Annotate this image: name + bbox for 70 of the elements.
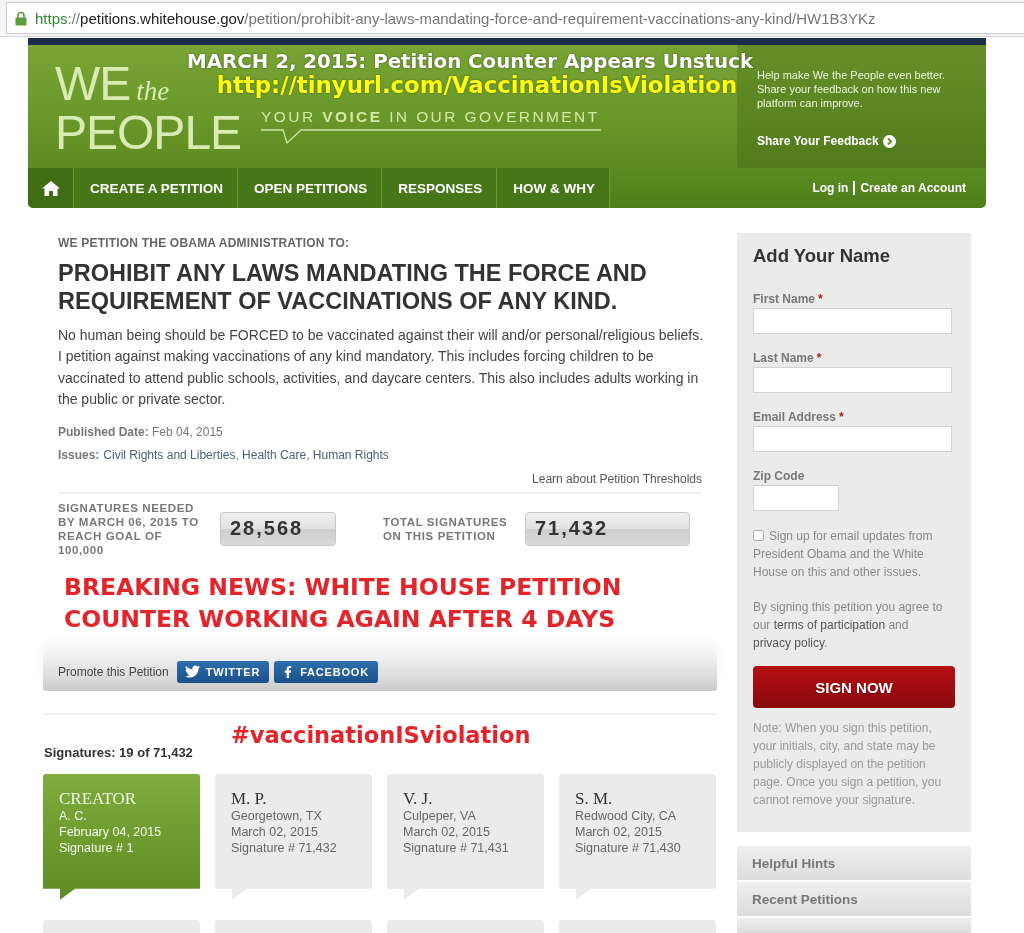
field-label: Last Name * [753, 351, 823, 365]
breaking-news-text: BREAKING NEWS: WHITE HOUSE PETITION COUNTER WORKING AGAIN AFTER 4 DAYS [64, 571, 623, 635]
announcement-headline: MARCH 2, 2015: Petition Counter Appears Unstuck [186, 51, 754, 73]
logo-text: PEOPLE [55, 111, 242, 155]
nav-tab[interactable]: CREATE A PETITION [74, 168, 238, 208]
announcement-url: http://tinyurl.com/VaccinationIsViolation [216, 73, 738, 97]
note-text: Note: When you sign this petition, your initials, city, and state may be publicly displayed on the petition page. Once you sign a petition, you cannot remove your signature. [753, 720, 943, 809]
petition-title: PROHIBIT ANY LAWS MANDATING THE FORCE AND REQUIREMENT OF VACCINATIONS OF ANY KIND. [58, 259, 648, 315]
account-link[interactable]: Log in [807, 181, 854, 195]
nav-tab[interactable]: RESPONSES [382, 168, 498, 208]
input-field[interactable] [753, 426, 952, 452]
home-icon [41, 180, 60, 196]
sidebar-panel-header[interactable] [737, 918, 971, 933]
agreement-link[interactable]: terms of participation [773, 618, 886, 632]
signer-name: M. P. [231, 789, 267, 808]
checkbox[interactable] [753, 530, 764, 541]
signature-counter: 71,432 [525, 511, 690, 546]
feedback-text: Help make We the People even better. Share your feedback on how this new platform can improve. [757, 68, 947, 110]
input-field[interactable] [753, 485, 839, 511]
input-field[interactable] [753, 308, 952, 334]
signature-count: Signatures: 19 of 71,432 [44, 745, 194, 760]
url-text: https://petitions.whitehouse.gov/petition/prohibit-any-laws-mandating-force-and-requirement-vaccinations-any-kind/HW1B3YKz [35, 9, 876, 27]
signature-counter: 28,568 [220, 511, 336, 546]
nav-tab[interactable]: HOW & WHY [497, 168, 611, 208]
field-label: Zip Code [753, 469, 806, 483]
sign-now-button[interactable]: SIGN NOW [753, 666, 955, 708]
signature-detail: March 02, 2015 [403, 823, 490, 840]
feedback-link[interactable]: Share Your Feedback [757, 134, 896, 148]
nav-tab[interactable]: OPEN PETITIONS [238, 168, 383, 208]
home-button[interactable] [28, 168, 74, 208]
stat-label: SIGNATURES NEEDED BY MARCH 06, 2015 TO REACH GOAL OF 100,000 [58, 500, 200, 557]
issues-line: Issues: Civil Rights and Liberties, Health Care, Human Rights [58, 447, 390, 462]
signature-detail: Culpeper, VA [403, 807, 476, 824]
form-title: Add Your Name [753, 245, 891, 267]
arrow-right-circle-icon [882, 134, 896, 148]
signature-detail: Signature # 71,432 [231, 839, 337, 856]
thresholds-link[interactable]: Learn about Petition Thresholds [532, 471, 702, 486]
logo-text: WE the [55, 64, 170, 111]
account-link[interactable]: Create an Account [853, 181, 971, 195]
address-field[interactable]: https://petitions.whitehouse.gov/petition/prohibit-any-laws-mandating-force-and-requirement-vaccinations-any-kind/HW1B3YKz [6, 2, 1024, 34]
field-label: First Name * [753, 292, 824, 306]
published-date: Published Date: Feb 04, 2015 [58, 424, 224, 439]
field-label: Email Address * [753, 410, 845, 424]
petition-eyebrow: WE PETITION THE OBAMA ADMINISTRATION TO: [58, 237, 351, 250]
signature-detail: Signature # 71,431 [403, 839, 509, 856]
signature-detail: February 04, 2015 [59, 823, 162, 840]
signature-detail: Signature # 71,430 [575, 839, 681, 856]
signer-name: V. J. [403, 789, 433, 808]
hashtag-text: #vaccinationISviolation [231, 723, 532, 746]
signature-detail: A. C. [59, 807, 87, 824]
signature-detail: Redwood City, CA [575, 807, 677, 824]
promote-label: Promote this Petition [58, 664, 169, 679]
agreement-text: By signing this petition you agree to our terms of participation and privacy policy. [753, 599, 944, 652]
sidebar-panel-header[interactable]: Helpful Hints [737, 846, 971, 880]
stat-label: TOTAL SIGNATURES ON THIS PETITION [383, 514, 509, 543]
input-field[interactable] [753, 367, 952, 393]
signature-detail: Signature # 1 [59, 839, 134, 856]
lock-icon [15, 10, 27, 26]
bird-icon [184, 664, 200, 680]
tagline: YOUR VOICE IN OUR GOVERNMENT [261, 108, 601, 126]
share-button[interactable]: FACEBOOK [274, 660, 378, 683]
signer-name: CREATOR [59, 789, 137, 808]
petition-body: No human being should be FORCED to be vaccinated against their will and/or personal/religious beliefs. I petition against making vaccinations of any kind mandatory. This includes forcing children to be vaccinated to attend public schools, activities, and daycare centers. This also includes adults working in the public or private sector. [58, 326, 705, 410]
sidebar-panel-header[interactable]: Recent Petitions [737, 882, 971, 916]
issue-link[interactable]: Human Rights [312, 447, 389, 462]
share-button[interactable]: TWITTER [176, 660, 270, 683]
signature-detail: March 02, 2015 [231, 823, 318, 840]
signer-name: S. M. [575, 789, 613, 808]
signature-detail: Georgetown, TX [231, 807, 322, 824]
signature-detail: March 02, 2015 [575, 823, 662, 840]
